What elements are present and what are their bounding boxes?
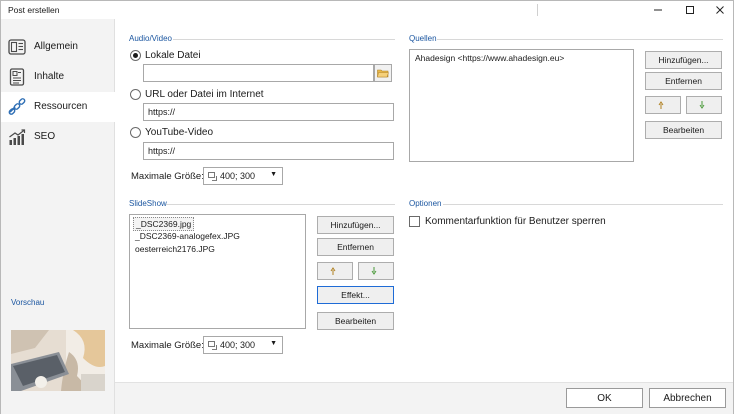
arrow-down-icon (699, 101, 705, 109)
disable-comments-label: Kommentarfunktion für Benutzer sperren (425, 216, 606, 227)
folder-icon (377, 69, 389, 78)
divider (437, 39, 723, 40)
sidebar-item-ressourcen[interactable]: Ressourcen (1, 92, 115, 122)
resize-icon (208, 172, 217, 181)
audio-video-section-title: Audio/Video (129, 34, 172, 43)
divider (443, 204, 723, 205)
sidebar-item-label: SEO (34, 131, 56, 142)
minimize-icon[interactable] (643, 1, 673, 19)
quellen-remove-button[interactable]: Entfernen (645, 72, 722, 90)
slideshow-move-down-button[interactable] (358, 262, 394, 280)
cancel-button[interactable]: Abbrechen (649, 388, 726, 408)
slideshow-max-size-dropdown[interactable]: 400; 300 ▼ (203, 336, 283, 354)
divider (173, 39, 395, 40)
link-icon (8, 98, 26, 115)
quellen-section-title: Quellen (409, 34, 437, 43)
audio-max-size-value: 400; 300 (220, 171, 256, 181)
disable-comments-checkbox[interactable] (409, 216, 420, 227)
quellen-move-up-button[interactable] (645, 96, 681, 114)
quellen-edit-button[interactable]: Bearbeiten (645, 121, 722, 139)
arrow-down-icon (371, 267, 377, 275)
arrow-up-icon (658, 101, 664, 109)
slideshow-effect-button[interactable]: Effekt... (317, 286, 394, 304)
list-item[interactable]: _DSC2369-analogefex.JPG (133, 230, 242, 242)
title-bar-dots (532, 1, 544, 19)
max-size-label: Maximale Größe: (131, 171, 204, 182)
sidebar-item-inhalte[interactable]: Inhalte (1, 62, 115, 92)
url-radio[interactable] (130, 89, 141, 100)
url-label: URL oder Datei im Internet (145, 89, 264, 100)
audio-max-size-dropdown[interactable]: 400; 300 ▼ (203, 167, 283, 185)
layout-icon (8, 39, 26, 55)
youtube-field[interactable]: https:// (143, 142, 394, 160)
slideshow-move-up-button[interactable] (317, 262, 353, 280)
chevron-down-icon: ▼ (270, 171, 277, 178)
sidebar-item-allgemein[interactable]: Allgemein (1, 32, 115, 62)
close-icon[interactable] (705, 1, 734, 19)
local-file-field[interactable] (143, 64, 374, 82)
list-item[interactable]: _DSC2369.jpg (133, 217, 195, 231)
slideshow-add-button[interactable]: Hinzufügen... (317, 216, 394, 234)
slideshow-max-size-value: 400; 300 (220, 340, 256, 350)
resize-icon (208, 341, 217, 350)
document-icon (9, 68, 25, 86)
youtube-radio[interactable] (130, 127, 141, 138)
dialog-window: Post erstellen Allgemein Inhalte Ressour… (0, 0, 734, 414)
preview-label: Vorschau (11, 298, 45, 307)
window-title: Post erstellen (8, 5, 60, 15)
sidebar-item-label: Ressourcen (34, 101, 88, 112)
chart-icon (9, 129, 26, 145)
list-item[interactable]: Ahadesign <https://www.ahadesign.eu> (413, 52, 566, 64)
local-file-label: Lokale Datei (145, 50, 201, 61)
sidebar-item-label: Inhalte (34, 71, 65, 82)
arrow-up-icon (330, 267, 336, 275)
divider (166, 204, 395, 205)
sidebar-item-seo[interactable]: SEO (1, 122, 115, 152)
slideshow-section-title: SlideShow (129, 199, 167, 208)
local-file-radio[interactable] (130, 50, 141, 61)
title-bar: Post erstellen (1, 1, 733, 19)
slideshow-remove-button[interactable]: Entfernen (317, 238, 394, 256)
sidebar: Allgemein Inhalte Ressourcen SEO Vorscha… (1, 19, 115, 414)
optionen-section-title: Optionen (409, 199, 442, 208)
browse-folder-button[interactable] (374, 64, 392, 82)
chevron-down-icon: ▼ (270, 340, 277, 347)
quellen-move-down-button[interactable] (686, 96, 722, 114)
preview-image (11, 330, 105, 391)
list-item[interactable]: oesterreich2176.JPG (133, 243, 217, 255)
youtube-label: YouTube-Video (145, 127, 214, 138)
ok-button[interactable]: OK (566, 388, 643, 408)
sidebar-item-label: Allgemein (34, 41, 78, 52)
slideshow-list[interactable]: _DSC2369.jpg _DSC2369-analogefex.JPG oes… (129, 214, 306, 329)
quellen-add-button[interactable]: Hinzufügen... (645, 51, 722, 69)
maximize-icon[interactable] (675, 1, 705, 19)
url-field[interactable]: https:// (143, 103, 394, 121)
quellen-list[interactable]: Ahadesign <https://www.ahadesign.eu> (409, 49, 634, 162)
slideshow-edit-button[interactable]: Bearbeiten (317, 312, 394, 330)
max-size-label: Maximale Größe: (131, 340, 204, 351)
